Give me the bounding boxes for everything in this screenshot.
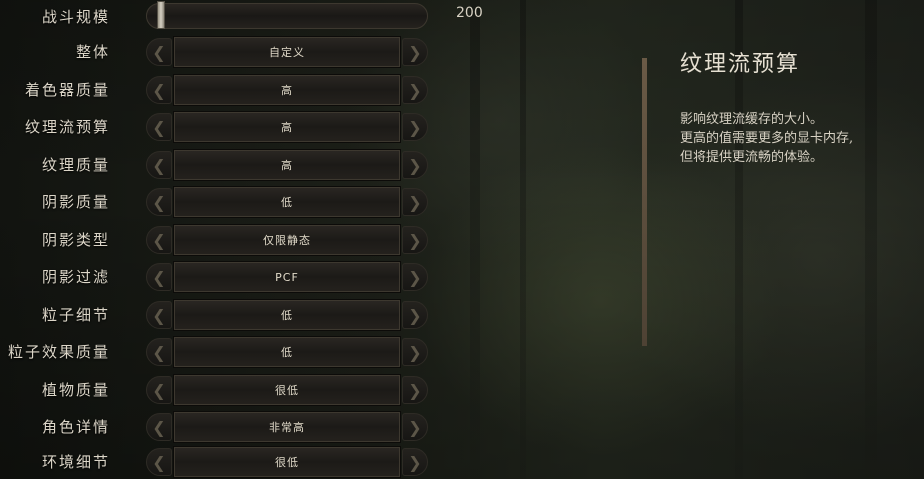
- setting-value[interactable]: 很低: [173, 374, 401, 406]
- description-line: 但将提供更流畅的体验。: [680, 150, 824, 165]
- chevron-right-icon[interactable]: ❯: [402, 151, 428, 179]
- setting-label: 粒子效果质量: [7, 343, 110, 361]
- chevron-right-icon[interactable]: ❯: [402, 76, 428, 104]
- setting-value[interactable]: 高: [173, 74, 401, 106]
- chevron-right-icon[interactable]: ❯: [402, 263, 428, 291]
- chevron-left-icon[interactable]: ❮: [146, 263, 172, 291]
- setting-label: 战斗规模: [41, 8, 110, 26]
- setting-value[interactable]: PCF: [173, 261, 401, 293]
- setting-row-overall: 整体 ❮ 自定义 ❯: [0, 35, 440, 69]
- setting-row-environment-detail: 环境细节 ❮ 很低 ❯: [0, 445, 440, 479]
- setting-row-shader-quality: 着色器质量 ❮ 高 ❯: [0, 73, 440, 107]
- setting-row-shadow-type: 阴影类型 ❮ 仅限静态 ❯: [0, 223, 440, 257]
- setting-value[interactable]: 低: [173, 336, 401, 368]
- chevron-left-icon[interactable]: ❮: [146, 151, 172, 179]
- setting-value[interactable]: 仅限静态: [173, 224, 401, 256]
- setting-row-texture-streaming-budget: 纹理流预算 ❮ 高 ❯: [0, 110, 440, 144]
- setting-row-character-detail: 角色详情 ❮ 非常高 ❯: [0, 410, 440, 444]
- description-line: 影响纹理流缓存的大小。: [680, 112, 824, 127]
- chevron-left-icon[interactable]: ❮: [146, 413, 172, 441]
- chevron-right-icon[interactable]: ❯: [402, 338, 428, 366]
- setting-value[interactable]: 高: [173, 111, 401, 143]
- chevron-right-icon[interactable]: ❯: [402, 113, 428, 141]
- chevron-right-icon[interactable]: ❯: [402, 226, 428, 254]
- chevron-left-icon[interactable]: ❮: [146, 226, 172, 254]
- chevron-right-icon[interactable]: ❯: [402, 38, 428, 66]
- setting-row-shadow-quality: 阴影质量 ❮ 低 ❯: [0, 185, 440, 219]
- setting-row-particle-detail: 粒子细节 ❮ 低 ❯: [0, 298, 440, 332]
- setting-row-texture-quality: 纹理质量 ❮ 高 ❯: [0, 148, 440, 182]
- chevron-right-icon[interactable]: ❯: [402, 376, 428, 404]
- description-title: 纹理流预算: [680, 52, 801, 77]
- chevron-right-icon[interactable]: ❯: [402, 448, 428, 476]
- setting-row-shadow-filter: 阴影过滤 ❮ PCF ❯: [0, 260, 440, 294]
- chevron-left-icon[interactable]: ❮: [146, 376, 172, 404]
- setting-label: 角色详情: [41, 418, 110, 436]
- setting-value[interactable]: 自定义: [173, 36, 401, 68]
- setting-value[interactable]: 非常高: [173, 411, 401, 443]
- graphics-settings-list: 战斗规模 200 整体 ❮ 自定义 ❯ 着色器质量 ❮ 高 ❯ 纹理流预算 ❮ …: [0, 0, 483, 479]
- chevron-left-icon[interactable]: ❮: [146, 76, 172, 104]
- setting-value[interactable]: 低: [173, 186, 401, 218]
- slider-value: 200: [456, 5, 483, 21]
- setting-label: 粒子细节: [41, 306, 110, 324]
- description-line: 更高的值需要更多的显卡内存,: [680, 131, 854, 146]
- slider-handle[interactable]: [157, 1, 165, 29]
- setting-value[interactable]: 很低: [173, 446, 401, 478]
- chevron-right-icon[interactable]: ❯: [402, 301, 428, 329]
- chevron-left-icon[interactable]: ❮: [146, 338, 172, 366]
- description-body: 影响纹理流缓存的大小。 更高的值需要更多的显卡内存, 但将提供更流畅的体验。: [680, 110, 924, 167]
- setting-row-particle-effect-quality: 粒子效果质量 ❮ 低 ❯: [0, 335, 440, 369]
- chevron-left-icon[interactable]: ❮: [146, 188, 172, 216]
- chevron-left-icon[interactable]: ❮: [146, 301, 172, 329]
- setting-label: 纹理质量: [41, 156, 110, 174]
- chevron-right-icon[interactable]: ❯: [402, 413, 428, 441]
- setting-label: 阴影质量: [41, 193, 110, 211]
- setting-label: 植物质量: [41, 381, 110, 399]
- setting-label: 整体: [75, 43, 110, 61]
- setting-label: 纹理流预算: [24, 118, 110, 136]
- chevron-left-icon[interactable]: ❮: [146, 448, 172, 476]
- setting-label: 阴影过滤: [41, 268, 110, 286]
- chevron-left-icon[interactable]: ❮: [146, 38, 172, 66]
- setting-value[interactable]: 高: [173, 149, 401, 181]
- setting-row-foliage-quality: 植物质量 ❮ 很低 ❯: [0, 373, 440, 407]
- description-divider: [642, 58, 647, 346]
- setting-label: 着色器质量: [24, 81, 110, 99]
- setting-row-battle-size: 战斗规模 200: [0, 0, 483, 34]
- setting-label: 阴影类型: [41, 231, 110, 249]
- setting-label: 环境细节: [41, 453, 110, 471]
- chevron-left-icon[interactable]: ❮: [146, 113, 172, 141]
- setting-value[interactable]: 低: [173, 299, 401, 331]
- battle-size-slider[interactable]: [146, 3, 428, 29]
- chevron-right-icon[interactable]: ❯: [402, 188, 428, 216]
